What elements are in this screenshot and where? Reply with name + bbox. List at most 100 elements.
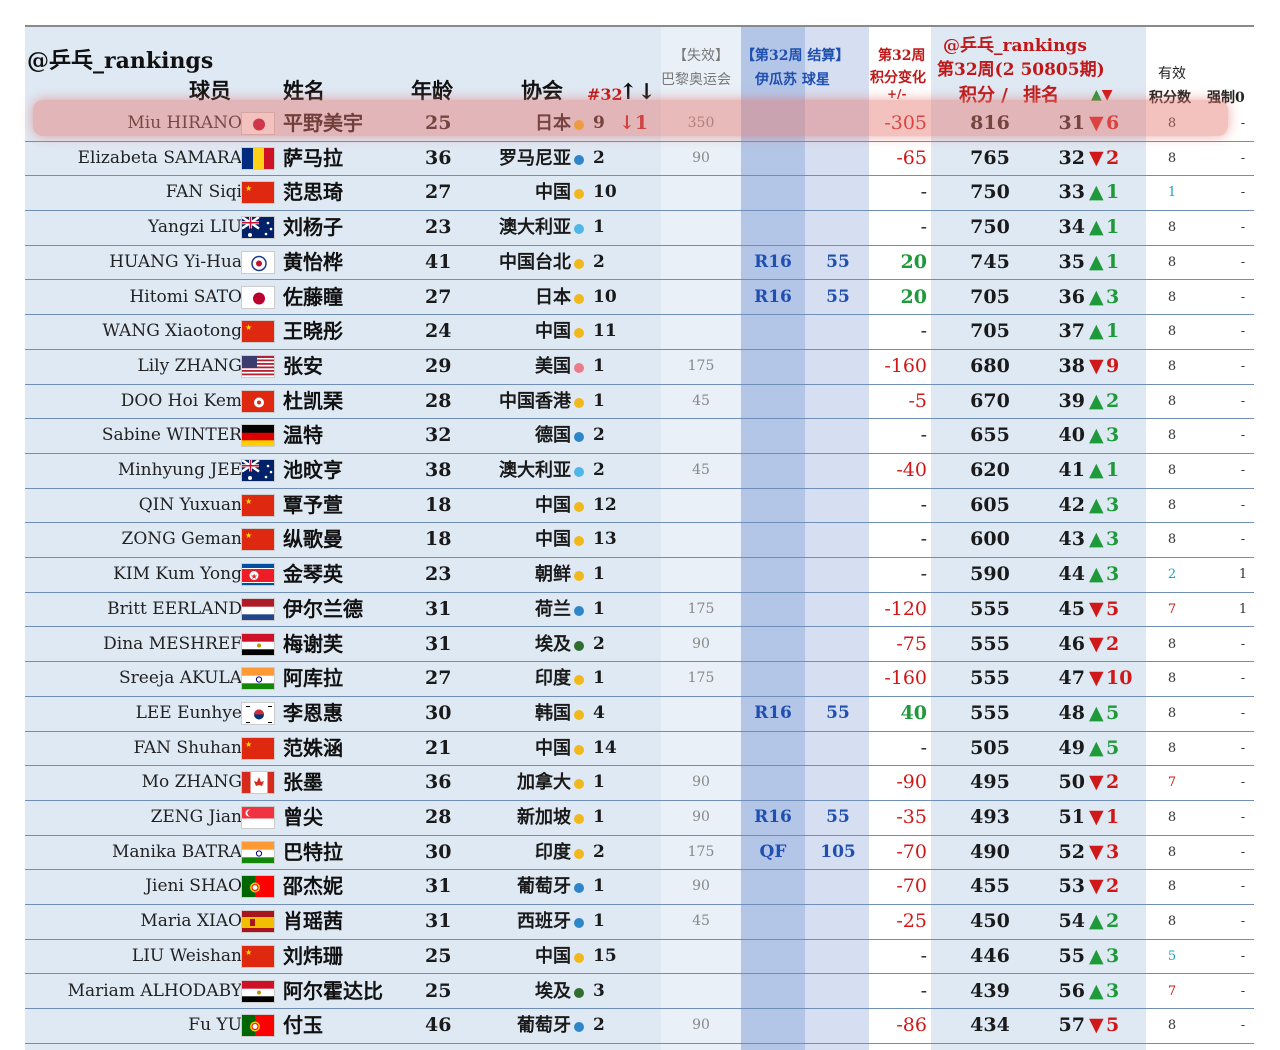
player-age: 36 — [425, 146, 452, 169]
rank-arrows: ↑↓ — [619, 79, 656, 105]
player-association: 葡萄牙 — [517, 1015, 571, 1037]
rank-move: 6 — [1106, 112, 1120, 134]
player-english-name: Sreeja AKULA — [119, 668, 242, 689]
rank-down-icon: ▼ — [1089, 597, 1104, 620]
tournament-points — [813, 593, 863, 626]
player-age: 31 — [425, 632, 452, 655]
tournament-points: 55 — [826, 251, 850, 272]
player-association: 韩国 — [535, 702, 571, 724]
ranking-points: 670 — [970, 389, 1010, 412]
ranking-points: 495 — [970, 771, 1010, 794]
player-association: 埃及 — [535, 980, 571, 1002]
valid-count: 8 — [1167, 740, 1177, 756]
world-rank: 51 — [1058, 806, 1085, 828]
world-rank: 44 — [1058, 563, 1085, 586]
player-age: 28 — [425, 389, 452, 412]
player-english-name: Manika BATRA — [111, 841, 242, 862]
rank-up-icon: ▲ — [1089, 250, 1104, 273]
rank-move: 1 — [1106, 216, 1120, 239]
player-chinese-name: 金琴英 — [283, 562, 343, 587]
rank-move: 2 — [1106, 146, 1120, 169]
ranking-points: 555 — [970, 701, 1010, 724]
player-english-name: Elizabeta SAMARA — [77, 147, 242, 168]
association-dot-icon — [574, 536, 584, 547]
player-row: Sreeja AKULA 阿库拉 27 印度 1 175 -160 555 47 ▼ 10 8 - — [25, 662, 1254, 697]
valid-count: 8 — [1167, 150, 1177, 166]
points-change: - — [920, 563, 927, 586]
ranking-points: 555 — [970, 597, 1010, 620]
player-age: 29 — [425, 354, 452, 377]
player-english-name: Minhyung JEE — [117, 460, 242, 480]
ranking-points: 455 — [970, 875, 1010, 898]
tournament-round — [747, 107, 799, 140]
flag-icon: ★ — [241, 736, 275, 760]
points-change: -25 — [896, 910, 927, 933]
world-rank: 39 — [1058, 389, 1085, 412]
points-change: -5 — [908, 389, 927, 412]
player-age: 21 — [425, 736, 452, 759]
forced-zero: - — [1240, 220, 1246, 236]
tournament-round: QF — [759, 841, 787, 862]
ranking-points: 680 — [970, 354, 1010, 377]
ranking-points: 490 — [970, 840, 1010, 863]
player-english-name: Yangzi LIU — [148, 217, 242, 238]
world-rank: 38 — [1058, 354, 1085, 377]
tournament-points — [813, 385, 863, 418]
association-rank: 2 — [593, 633, 605, 654]
paris-points: 175 — [687, 600, 715, 617]
flag-icon: ★ — [241, 320, 275, 344]
association-rank: 2 — [593, 1015, 605, 1036]
world-rank: 41 — [1058, 459, 1085, 481]
paris-points — [675, 940, 727, 973]
association-rank: 15 — [593, 945, 617, 966]
paris-points — [675, 281, 727, 314]
rank-move: 3 — [1106, 285, 1120, 308]
points-change: -65 — [896, 146, 927, 169]
tournament-round — [747, 593, 799, 626]
points-change: -75 — [896, 632, 927, 655]
association-dot-icon — [574, 154, 584, 165]
tournament-round — [747, 385, 799, 418]
points-change: 40 — [900, 701, 927, 724]
forced-zero: - — [1240, 740, 1246, 756]
tournament-points — [813, 732, 863, 765]
player-row: Manika BATRA 巴特拉 30 印度 2 175 QF 105 -70 490 52 ▼ 3 8 - — [25, 836, 1254, 871]
forced-zero: 1 — [1238, 601, 1248, 617]
player-chinese-name: 黄怡桦 — [283, 249, 343, 274]
player-row: FAN Siqi ★ 范思琦 27 中国 10-750 33 ▲ 1 1- — [25, 176, 1254, 212]
paris-points: 45 — [692, 392, 710, 409]
player-age: 46 — [425, 1014, 452, 1037]
player-english-name: HUANG Yi-Hua — [109, 251, 242, 272]
forced-zero: - — [1240, 914, 1246, 930]
ranking-points: 765 — [970, 146, 1010, 169]
player-age: 28 — [425, 806, 452, 828]
flag-icon — [241, 424, 275, 448]
tournament-points — [813, 176, 863, 209]
tournament-name: 伊瓜苏 球星 — [755, 72, 830, 88]
tournament-round: R16 — [754, 286, 792, 307]
rank-move: 10 — [1106, 667, 1133, 690]
rank-move: 3 — [1106, 944, 1120, 967]
association-rank: 9 — [593, 113, 605, 133]
association-rank: 2 — [593, 841, 605, 862]
paris-points — [675, 697, 727, 730]
ranking-points: 555 — [970, 632, 1010, 655]
player-age: 31 — [425, 875, 452, 898]
valid-count: 7 — [1167, 775, 1177, 791]
flag-icon — [241, 840, 275, 864]
rank-move: 3 — [1106, 979, 1120, 1002]
association-rank: 1 — [593, 217, 605, 238]
player-age: 31 — [425, 910, 452, 933]
points-change: - — [920, 181, 927, 204]
association-rank: 1 — [593, 355, 605, 376]
tournament-round — [747, 489, 799, 522]
ranking-points: 620 — [970, 459, 1010, 481]
tournament-points — [813, 766, 863, 799]
association-rank: 2 — [593, 147, 605, 168]
rank-move: 1 — [1106, 806, 1120, 828]
forced-zero: - — [1240, 185, 1246, 201]
ranking-points: 450 — [970, 910, 1010, 933]
valid-count: 8 — [1167, 810, 1177, 825]
flag-icon — [241, 285, 275, 309]
association-rank: 4 — [593, 702, 605, 723]
